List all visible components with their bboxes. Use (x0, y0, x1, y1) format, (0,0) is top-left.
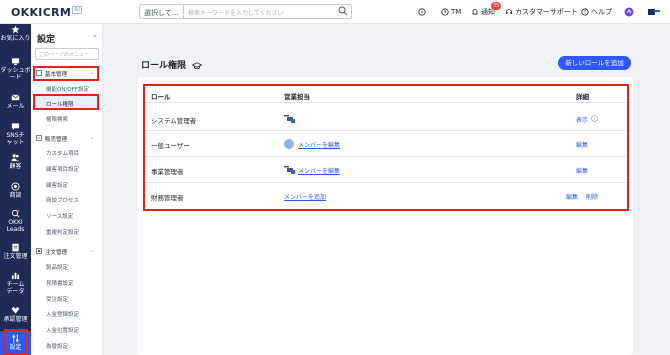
app-switch-icon[interactable] (624, 7, 634, 17)
highlight-box-role (33, 94, 99, 110)
page-title-text: ロール権限 (141, 61, 187, 71)
leads-icon (11, 209, 20, 218)
timer-button[interactable] (418, 4, 426, 20)
monitor-icon (11, 58, 20, 66)
menu-permission-search[interactable]: 権限検索 (46, 115, 68, 123)
menu-exchange-rate[interactable]: 為替設定 (46, 342, 68, 350)
nav-mail-label: メール (6, 103, 25, 110)
document-icon (12, 243, 19, 252)
chevron-down-icon[interactable]: ⌄ (90, 135, 94, 141)
support-button[interactable]: カスタマーサポート (505, 4, 578, 20)
menu-feature-toggle[interactable]: 機能ON/OFF設定 (46, 85, 89, 93)
support-icon (506, 9, 512, 14)
search-icon[interactable] (338, 6, 348, 16)
sales-settings-icon (36, 135, 42, 141)
nav-sns-label: SNSチャット (6, 132, 25, 146)
nav-customers[interactable]: 顧客 (0, 153, 31, 170)
group-sales[interactable]: 販売管理 (45, 135, 67, 143)
menu-duplicate-check[interactable]: 重複判定設定 (46, 228, 79, 236)
menu-product-settings[interactable]: 製品設定 (46, 263, 68, 271)
nav-favorites-label: お気に入り (0, 35, 31, 42)
add-role-button[interactable]: 新しいロールを追加 (558, 56, 631, 70)
help-label: ヘルプ (591, 8, 612, 16)
menu-custom-fields[interactable]: カスタム項目 (46, 149, 79, 157)
nav-orders-label: 注文管理 (3, 253, 28, 260)
nav-dashboard-label: ダッシュボード (0, 67, 31, 81)
support-label: カスタマーサポート (515, 8, 578, 16)
nav-sns[interactable]: SNSチャット (0, 122, 31, 146)
search-placeholder: 検索キーワードを入力してください (188, 10, 284, 17)
star-icon (11, 25, 20, 34)
highlight-box-settings (4, 329, 28, 355)
nav-customers-label: 顧客 (9, 163, 22, 170)
highlight-box-basic (33, 66, 99, 81)
menu-quote-settings[interactable]: 見積書設定 (46, 279, 74, 287)
search-scope-label: 選択して… (144, 9, 179, 17)
chat-icon (11, 123, 20, 131)
bell-icon (472, 9, 478, 15)
menu-payment-location[interactable]: 入金位置設定 (46, 326, 79, 334)
chevron-down-icon[interactable]: ⌄ (90, 248, 94, 254)
clock-icon (418, 8, 426, 16)
tm-label: TM (451, 8, 462, 16)
menu-deal-process[interactable]: 商談プロセス (46, 196, 79, 204)
help-button[interactable]: ? ヘルプ (581, 4, 612, 20)
nav-approval[interactable]: 承認管理 (0, 306, 31, 323)
help-icon: ? (581, 8, 589, 16)
settings-title: 設定 (37, 35, 56, 45)
target-icon (11, 182, 20, 191)
top-bar: OKKICRM AI 選択して… 検索キーワードを入力してください TM 通知 3… (0, 0, 670, 24)
settings-search-placeholder: このページのメニュー (39, 52, 89, 58)
people-icon (11, 154, 20, 162)
bar-chart-icon (11, 272, 20, 280)
notice-count-badge: 35 (491, 2, 502, 10)
menu-customer-fields[interactable]: 顧客項目設定 (46, 165, 79, 173)
nav-deals-label: 商談 (9, 192, 22, 199)
highlight-box-table (143, 84, 629, 211)
search-scope-select[interactable]: 選択して… (139, 4, 184, 19)
graduation-cap-icon[interactable] (191, 61, 203, 70)
nav-leads[interactable]: OKKI Leads (0, 209, 31, 233)
nav-approval-label: 承認管理 (3, 316, 28, 323)
logo-badge: AI (72, 6, 83, 14)
logo[interactable]: OKKICRM AI (3, 2, 83, 20)
collapse-icon[interactable]: « (93, 33, 97, 40)
nav-team-label: チームデータ (6, 281, 25, 295)
menu-payment-entry[interactable]: 入金登録設定 (46, 310, 79, 318)
nav-mail[interactable]: メール (0, 93, 31, 110)
order-settings-icon (36, 248, 42, 254)
nav-deals[interactable]: 商談 (0, 182, 31, 199)
logo-text: OKKICRM (11, 6, 72, 19)
nav-dashboard[interactable]: ダッシュボード (0, 57, 31, 81)
nav-orders[interactable]: 注文管理 (0, 243, 31, 260)
settings-search-input[interactable]: このページのメニュー (35, 48, 99, 60)
approval-icon (11, 306, 20, 314)
page-title: ロール権限 (141, 58, 203, 71)
user-menu-icon[interactable] (648, 8, 660, 16)
menu-customer-settings[interactable]: 顧客設定 (46, 181, 68, 189)
search-input[interactable]: 検索キーワードを入力してください (183, 4, 352, 19)
mail-icon (11, 94, 20, 101)
group-orders[interactable]: 注文管理 (45, 248, 67, 256)
nav-team[interactable]: チームデータ (0, 271, 31, 295)
nav-favorites[interactable]: お気に入り (0, 25, 31, 42)
tm-icon (441, 8, 449, 16)
tm-button[interactable]: TM (441, 4, 461, 20)
menu-source-settings[interactable]: ソース設定 (46, 212, 73, 220)
menu-order-settings[interactable]: 受注設定 (46, 295, 68, 303)
nav-leads-label: OKKI Leads (6, 219, 25, 233)
